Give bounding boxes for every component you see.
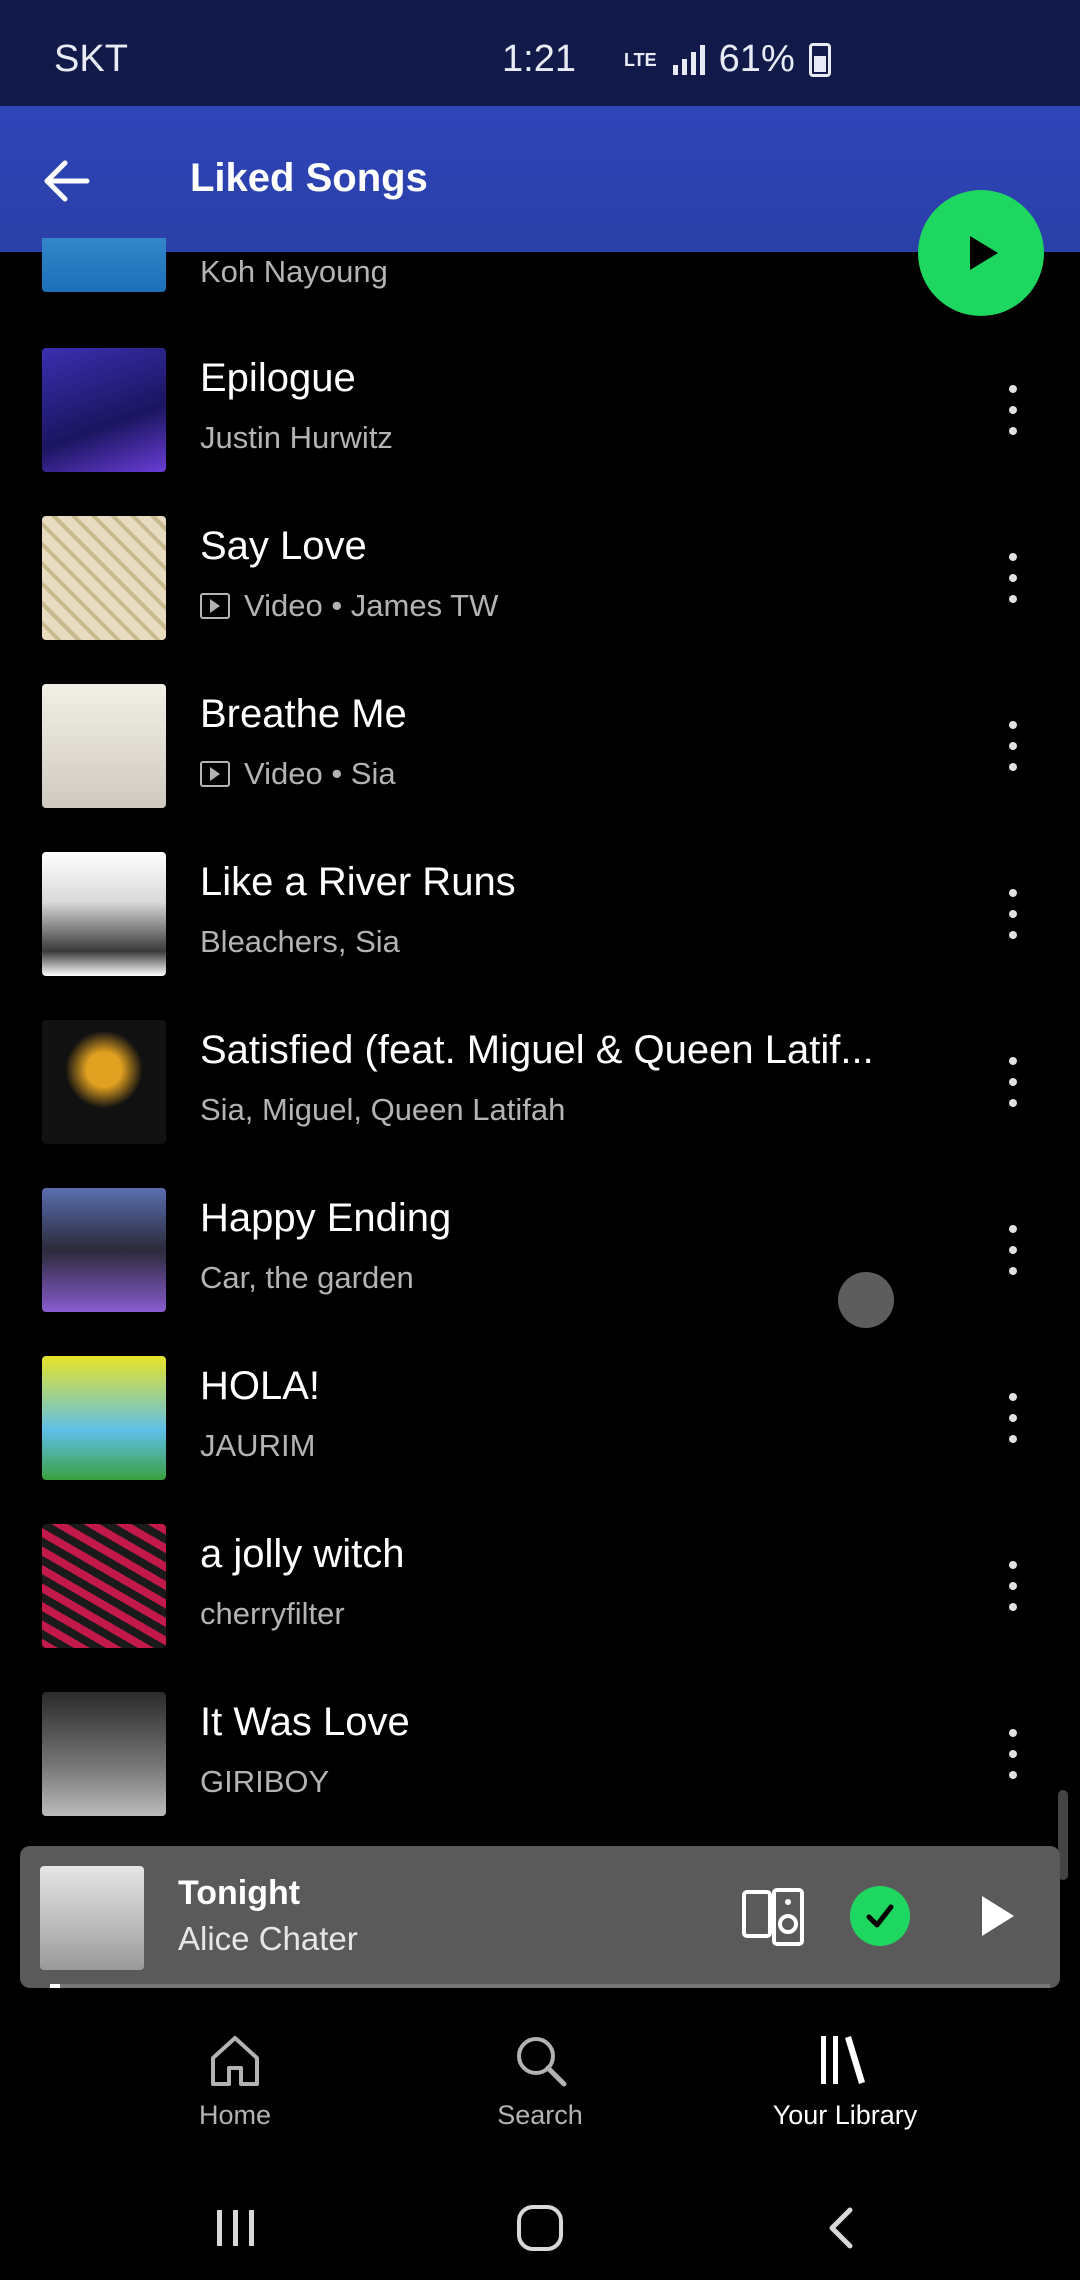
playback-progress — [50, 1984, 1050, 1988]
list-item[interactable]: It Was Love GIRIBOY — [0, 1692, 1080, 1860]
song-title: HOLA! — [200, 1364, 321, 1408]
album-art — [42, 238, 166, 292]
now-playing-artist: Alice Chater — [178, 1920, 358, 1957]
nav-your-library[interactable]: Your Library — [745, 2030, 945, 2131]
song-artist: Video • Sia — [244, 756, 396, 791]
battery-icon — [808, 42, 831, 77]
play-icon — [970, 236, 998, 270]
more-options-button[interactable] — [990, 378, 1036, 442]
more-options-button[interactable] — [990, 882, 1036, 946]
song-artist: Koh Nayoung — [200, 254, 388, 289]
song-artist: Video • James TW — [244, 588, 499, 623]
back-button[interactable] — [32, 146, 102, 216]
list-item[interactable]: Say Love Video • James TW — [0, 516, 1080, 684]
more-options-button[interactable] — [990, 1722, 1036, 1786]
album-art — [42, 1524, 166, 1648]
song-title: Happy Ending — [200, 1196, 452, 1240]
album-art — [42, 684, 166, 808]
song-artist: Sia, Miguel, Queen Latifah — [200, 1092, 566, 1127]
home-icon — [211, 2036, 259, 2086]
more-options-button[interactable] — [990, 1050, 1036, 1114]
album-art — [42, 852, 166, 976]
liked-check-icon — [866, 1904, 894, 1928]
recents-icon — [217, 2210, 254, 2246]
system-nav-bar — [0, 2170, 1080, 2280]
more-options-button[interactable] — [990, 1218, 1036, 1282]
connect-device-button[interactable] — [740, 1884, 806, 1950]
song-meta: Video • James TW — [200, 588, 498, 624]
album-art — [42, 1020, 166, 1144]
album-art — [42, 348, 166, 472]
more-options-button[interactable] — [990, 1386, 1036, 1450]
nav-search-label: Search — [497, 2100, 583, 2130]
nav-your-library-label: Your Library — [772, 2100, 918, 2130]
video-icon — [200, 761, 230, 787]
more-options-button[interactable] — [990, 714, 1036, 778]
system-back-button[interactable] — [802, 2198, 882, 2258]
nav-home-label: Home — [198, 2100, 272, 2130]
back-icon — [829, 2207, 853, 2249]
song-artist: GIRIBOY — [200, 1764, 330, 1799]
song-title: Say Love — [200, 524, 367, 568]
nav-home[interactable]: Home — [135, 2030, 335, 2131]
status-time: 1:21 — [502, 38, 576, 80]
mini-play-button[interactable] — [960, 1880, 1032, 1952]
arrow-left-icon — [44, 160, 90, 202]
home-button-icon — [517, 2205, 563, 2251]
mini-player[interactable]: Tonight Alice Chater — [20, 1846, 1060, 1988]
touch-indicator — [838, 1272, 894, 1328]
song-title: Breathe Me — [200, 692, 407, 736]
song-meta: Video • Sia — [200, 756, 396, 792]
page-title: Liked Songs — [190, 156, 428, 200]
list-item[interactable]: Breathe Me Video • Sia — [0, 684, 1080, 852]
play-icon — [982, 1896, 1014, 1936]
song-artist: Car, the garden — [200, 1260, 414, 1295]
nav-search[interactable]: Search — [440, 2030, 640, 2131]
bottom-nav: Home Search Your Library — [0, 2000, 1080, 2170]
song-title: It Was Love — [200, 1700, 410, 1744]
album-art — [42, 1188, 166, 1312]
header-bar: Liked Songs — [0, 106, 1080, 252]
list-item[interactable]: Epilogue Justin Hurwitz — [0, 348, 1080, 516]
song-title: Epilogue — [200, 356, 356, 400]
more-options-button[interactable] — [990, 546, 1036, 610]
system-icons: LTE 61% — [624, 38, 831, 81]
shuffle-play-button[interactable] — [918, 190, 1044, 316]
song-artist: JAURIM — [200, 1428, 316, 1463]
more-options-button[interactable] — [990, 1554, 1036, 1618]
song-artist: cherryfilter — [200, 1596, 345, 1631]
list-item[interactable]: Happy Ending Car, the garden — [0, 1188, 1080, 1356]
list-item[interactable]: HOLA! JAURIM — [0, 1356, 1080, 1524]
album-art — [42, 516, 166, 640]
library-icon — [821, 2036, 865, 2084]
song-title: Satisfied (feat. Miguel & Queen Latif... — [200, 1028, 874, 1072]
album-art — [42, 1692, 166, 1816]
list-item[interactable]: Satisfied (feat. Miguel & Queen Latif...… — [0, 1020, 1080, 1188]
list-item[interactable]: a jolly witch cherryfilter — [0, 1524, 1080, 1692]
progress-fill — [50, 1984, 60, 1988]
battery-percent: 61% — [718, 38, 795, 80]
video-icon — [200, 593, 230, 619]
search-icon — [517, 2037, 567, 2087]
carrier-label: SKT — [54, 38, 128, 80]
list-item[interactable]: Like a River Runs Bleachers, Sia — [0, 852, 1080, 1020]
album-art — [42, 1356, 166, 1480]
song-artist: Justin Hurwitz — [200, 420, 393, 455]
signal-icon — [672, 44, 705, 75]
now-playing-art — [40, 1866, 144, 1970]
song-artist: Bleachers, Sia — [200, 924, 400, 959]
home-button[interactable] — [500, 2198, 580, 2258]
song-title: Like a River Runs — [200, 860, 516, 904]
status-bar: SKT 1:21 LTE 61% — [0, 0, 1080, 106]
recents-button[interactable] — [196, 2198, 276, 2258]
lte-icon: LTE — [624, 49, 657, 70]
liked-button[interactable] — [850, 1886, 910, 1946]
now-playing-title: Tonight — [178, 1874, 301, 1912]
song-title: a jolly witch — [200, 1532, 405, 1576]
connect-device-icon — [742, 1888, 804, 1946]
